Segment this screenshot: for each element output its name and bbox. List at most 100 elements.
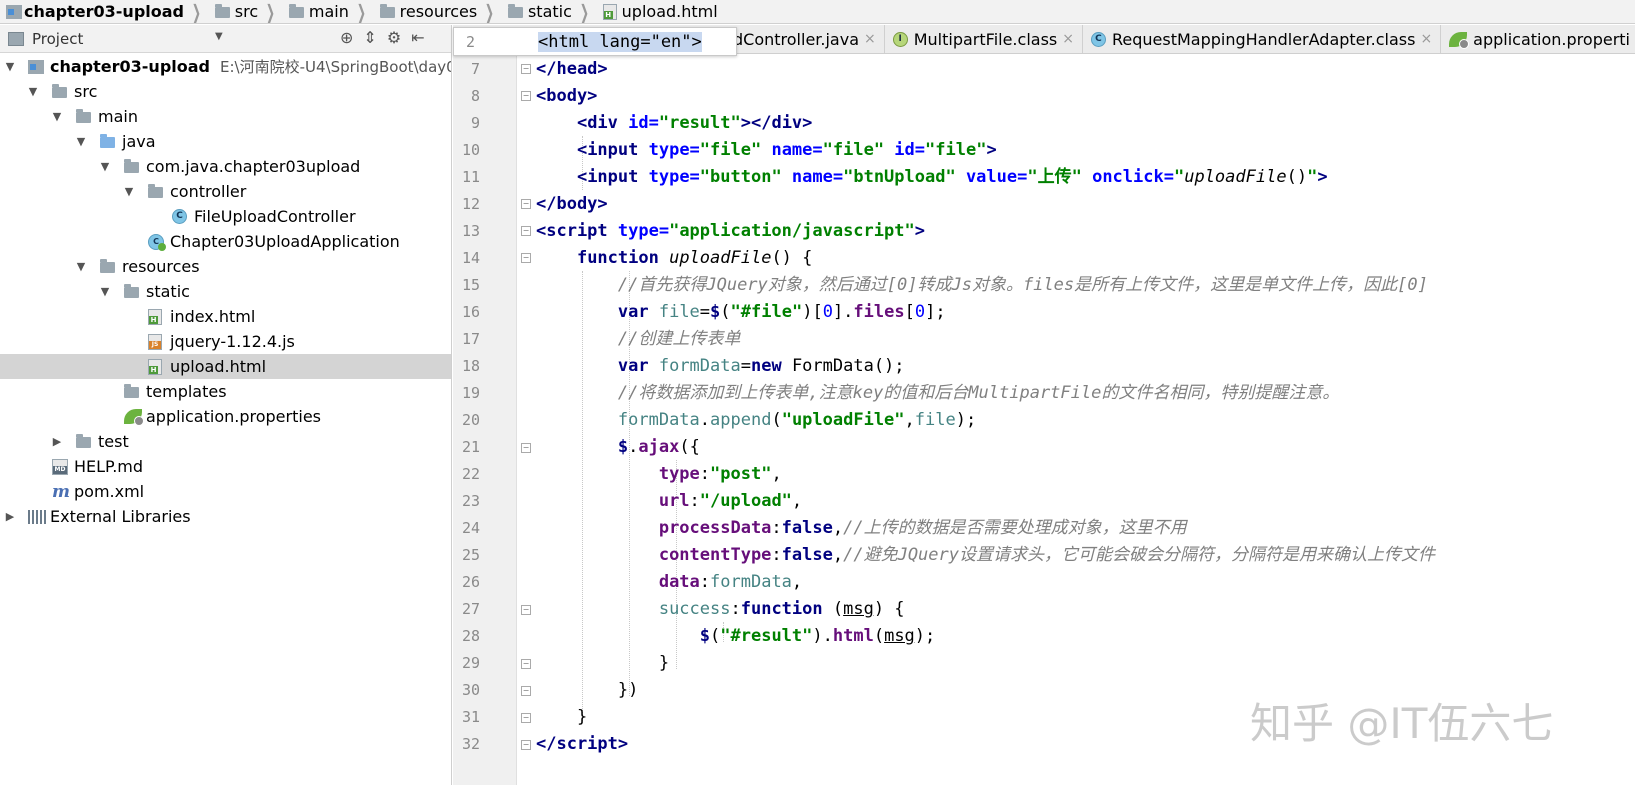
package-icon xyxy=(148,184,163,198)
chevron-down-icon[interactable]: ▼ xyxy=(215,31,223,42)
fold-marker[interactable]: − xyxy=(521,740,531,750)
fold-marker[interactable]: − xyxy=(521,199,531,209)
close-icon[interactable]: × xyxy=(1062,31,1074,47)
code-line-23: url:"/upload", xyxy=(658,491,803,511)
tab-requestmappinghandleradapter[interactable]: C RequestMappingHandlerAdapter.class × xyxy=(1083,25,1442,53)
chevron-down-icon[interactable]: ▼ xyxy=(74,135,88,148)
source-folder-icon xyxy=(100,134,115,148)
javascript-file-icon xyxy=(148,333,162,350)
tree-item-static[interactable]: ▼ static xyxy=(0,279,451,304)
tree-item-resources[interactable]: ▼ resources xyxy=(0,254,451,279)
tab-multipartfile[interactable]: I MultipartFile.class × xyxy=(885,25,1083,53)
chevron-down-icon[interactable]: ▼ xyxy=(74,260,88,273)
code-line-32: </script> xyxy=(536,734,629,754)
chevron-right-icon: ❯ xyxy=(191,0,201,24)
chevron-right-icon[interactable]: ▶ xyxy=(3,510,17,523)
line-number-gutter[interactable]: 7 8 9 10 11 12 13 14 15 16 17 18 19 20 2… xyxy=(453,55,517,785)
tree-item-java[interactable]: ▼ java xyxy=(0,129,451,154)
breadcrumb-static[interactable]: static ❯ xyxy=(502,0,597,24)
maven-icon: m xyxy=(52,481,70,502)
code-line-16: var file=$("#file")[0].files[0]; xyxy=(617,302,946,322)
breadcrumb-file[interactable]: upload.html xyxy=(597,0,722,23)
html-file-icon xyxy=(602,3,617,20)
code-line-17: //创建上传表单 xyxy=(617,329,741,349)
code-line-14: function uploadFile() { xyxy=(576,248,813,268)
tree-item-src[interactable]: ▼ src xyxy=(0,79,451,104)
resources-folder-icon xyxy=(100,259,115,273)
fold-marker[interactable]: − xyxy=(521,443,531,453)
breadcrumb-main[interactable]: main ❯ xyxy=(283,0,374,24)
code-line-21: $.ajax({ xyxy=(617,437,700,457)
breadcrumb-resources[interactable]: resources ❯ xyxy=(374,0,502,24)
folder-icon xyxy=(214,4,230,18)
tree-item-chapter03-upload[interactable]: ▼ chapter03-upload E:\河南院校-U4\SpringBoot\… xyxy=(0,54,451,79)
tree-item-jquery-js[interactable]: jquery-1.12.4.js xyxy=(0,329,451,354)
class-icon: C xyxy=(1090,31,1106,47)
collapse-all-icon[interactable]: ⇕ xyxy=(363,28,376,47)
folder-icon xyxy=(288,4,304,18)
hide-panel-icon[interactable]: ⇤ xyxy=(411,28,424,47)
code-editor[interactable]: − − − − − − − − − − − </head> <body> <di… xyxy=(518,55,1635,785)
tree-item-upload-html[interactable]: upload.html xyxy=(0,354,451,379)
breadcrumb-src[interactable]: src ❯ xyxy=(209,0,283,23)
tree-item-application-properties[interactable]: application.properties xyxy=(0,404,451,429)
fold-marker[interactable]: − xyxy=(521,713,531,723)
tree-item-help-md[interactable]: HELP.md xyxy=(0,454,451,479)
project-view-selector[interactable]: Project xyxy=(32,30,83,48)
code-line-26: data:formData, xyxy=(658,572,803,592)
close-icon[interactable]: × xyxy=(864,31,876,47)
chevron-down-icon[interactable]: ▼ xyxy=(98,285,112,298)
code-line-10: <input type="file" name="file" id="file"… xyxy=(576,140,997,160)
tree-item-fileuploadcontroller[interactable]: C FileUploadController xyxy=(0,204,451,229)
chevron-down-icon[interactable]: ▼ xyxy=(26,85,40,98)
tree-item-controller[interactable]: ▼ controller xyxy=(0,179,451,204)
markdown-file-icon xyxy=(52,458,68,475)
folder-icon xyxy=(507,4,523,18)
code-line-18: var formData=new FormData(); xyxy=(617,356,905,376)
fold-marker[interactable]: − xyxy=(521,659,531,669)
tree-item-templates[interactable]: templates xyxy=(0,379,451,404)
package-icon xyxy=(124,159,139,173)
code-line-22: type:"post", xyxy=(658,464,782,484)
tree-item-pom-xml[interactable]: m pom.xml xyxy=(0,479,451,504)
fold-marker[interactable]: − xyxy=(521,253,531,263)
chevron-right-icon: ❯ xyxy=(484,0,495,24)
tree-item-test[interactable]: ▶ test xyxy=(0,429,451,454)
chevron-right-icon[interactable]: ▶ xyxy=(50,435,64,448)
code-line-31: } xyxy=(536,707,588,727)
chevron-down-icon[interactable]: ▼ xyxy=(50,110,64,123)
tree-item-application-class[interactable]: C Chapter03UploadApplication xyxy=(0,229,451,254)
code-line-25: contentType:false,//避免JQuery设置请求头，它可能会破会… xyxy=(658,545,1435,565)
tab-application-properties[interactable]: application.properti xyxy=(1441,25,1635,53)
fold-marker[interactable]: − xyxy=(521,226,531,236)
fold-marker[interactable]: − xyxy=(521,686,531,696)
chevron-down-icon[interactable]: ▼ xyxy=(3,60,17,73)
project-view-icon xyxy=(8,31,24,46)
chevron-down-icon[interactable]: ▼ xyxy=(98,160,112,173)
code-line-15: //首先获得JQuery对象，然后通过[0]转成Js对象。files是所有上传文… xyxy=(617,275,1428,295)
sticky-line-popup[interactable]: 2 <html lang="en"> xyxy=(453,27,737,56)
fold-marker[interactable]: − xyxy=(521,91,531,101)
fold-marker[interactable]: − xyxy=(521,64,531,74)
folder-icon xyxy=(76,109,91,123)
folder-icon xyxy=(76,434,91,448)
code-line-7: </head> xyxy=(536,59,608,79)
tree-item-external-libraries[interactable]: ▶ External Libraries xyxy=(0,504,451,529)
chevron-right-icon: ❯ xyxy=(356,0,366,24)
fold-marker[interactable]: − xyxy=(521,605,531,615)
spring-properties-icon xyxy=(1449,31,1470,49)
chevron-down-icon[interactable]: ▼ xyxy=(122,185,136,198)
chevron-right-icon: ❯ xyxy=(579,0,589,24)
interface-icon: I xyxy=(892,31,908,47)
module-icon xyxy=(28,59,44,74)
code-line-13: <script type="application/javascript"> xyxy=(536,221,925,241)
tree-item-index-html[interactable]: index.html xyxy=(0,304,451,329)
tree-item-package[interactable]: ▼ com.java.chapter03upload xyxy=(0,154,451,179)
folder-icon xyxy=(124,284,139,298)
breadcrumb-project[interactable]: chapter03-upload ❯ xyxy=(0,0,209,24)
gear-icon[interactable]: ⚙ xyxy=(387,28,401,47)
tree-item-main[interactable]: ▼ main xyxy=(0,104,451,129)
locate-icon[interactable]: ⊕ xyxy=(340,28,353,47)
close-icon[interactable]: × xyxy=(1420,31,1432,47)
project-panel: Project ▼ ⊕ ⇕ ⚙ ⇤ ▼ chapter03-upload E:\河… xyxy=(0,25,452,785)
